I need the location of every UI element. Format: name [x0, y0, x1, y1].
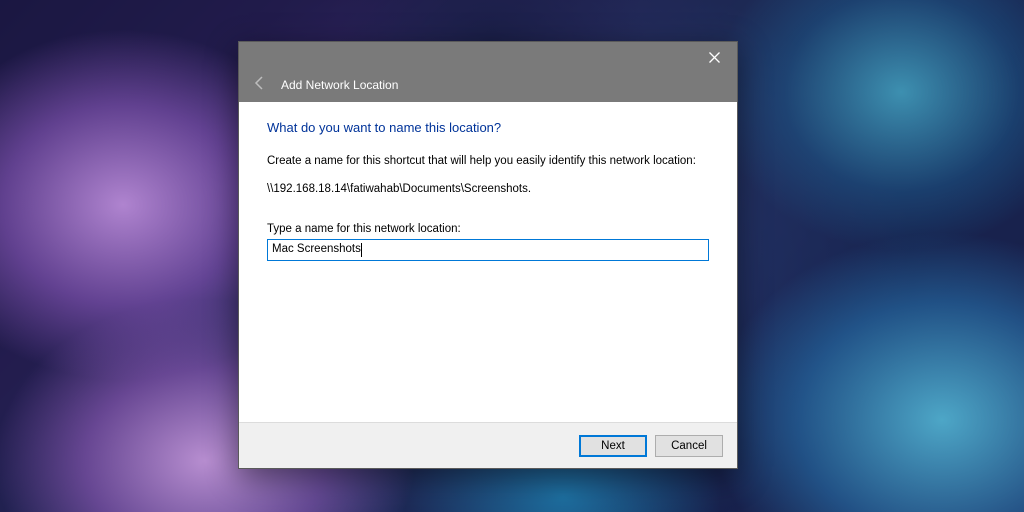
text-caret	[361, 243, 362, 257]
input-label: Type a name for this network location:	[267, 223, 709, 235]
dialog-title: Add Network Location	[281, 78, 398, 92]
dialog-heading: What do you want to name this location?	[267, 120, 709, 135]
back-arrow-icon	[249, 72, 271, 94]
dialog-titlebar: Add Network Location	[239, 42, 737, 102]
dialog-description: Create a name for this shortcut that wil…	[267, 153, 709, 169]
location-name-input[interactable]: Mac Screenshots	[267, 239, 709, 261]
add-network-location-dialog: Add Network Location What do you want to…	[238, 41, 738, 469]
close-button[interactable]	[692, 42, 737, 72]
dialog-content: What do you want to name this location? …	[239, 102, 737, 422]
cancel-button-label: Cancel	[671, 440, 707, 452]
desktop-background: Add Network Location What do you want to…	[0, 0, 1024, 512]
network-path: \\192.168.18.14\fatiwahab\Documents\Scre…	[267, 183, 709, 195]
next-button[interactable]: Next	[579, 435, 647, 457]
next-button-label: Next	[601, 440, 625, 452]
dialog-footer: Next Cancel	[239, 422, 737, 468]
cancel-button[interactable]: Cancel	[655, 435, 723, 457]
input-value: Mac Screenshots	[272, 244, 361, 256]
close-icon	[709, 52, 720, 63]
